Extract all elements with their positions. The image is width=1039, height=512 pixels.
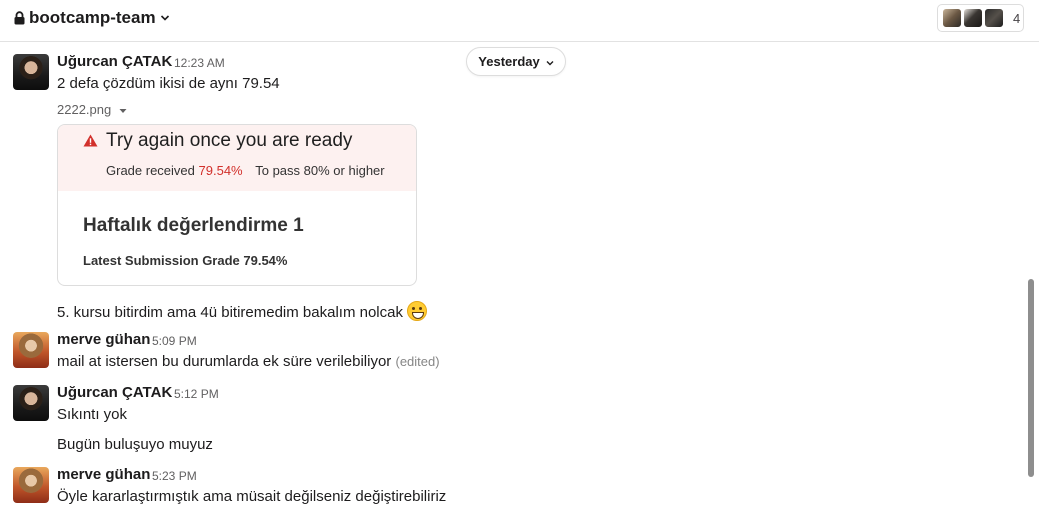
author-name[interactable]: merve gühan (57, 331, 150, 348)
message-text: 5. kursu bitirdim ama 4ü bitiremedim bak… (57, 301, 427, 321)
avatar[interactable] (13, 54, 49, 90)
member-avatar (963, 8, 983, 28)
avatar[interactable] (13, 385, 49, 421)
channel-header: bootcamp-team 4 (0, 0, 1039, 42)
message-body: mail at istersen bu durumlarda ek süre v… (57, 353, 392, 370)
channel-name-button[interactable]: bootcamp-team (14, 8, 170, 28)
member-avatar (942, 8, 962, 28)
file-name-toggle[interactable]: 2222.png (57, 102, 127, 117)
chevron-down-icon (160, 9, 170, 27)
timestamp[interactable]: 5:09 PM (152, 334, 197, 348)
avatar[interactable] (13, 332, 49, 368)
grade-received-value: 79.54% (198, 163, 243, 178)
author-name[interactable]: Uğurcan ÇATAK (57, 384, 172, 401)
banner-title: Try again once you are ready (106, 130, 353, 151)
members-button[interactable]: 4 (937, 4, 1024, 32)
member-avatar (984, 8, 1004, 28)
latest-submission-grade: Latest Submission Grade 79.54% (83, 253, 288, 268)
day-divider-label: Yesterday (478, 54, 540, 69)
message-text: Bugün buluşuyo muyuz (57, 436, 213, 453)
message-text: mail at istersen bu durumlarda ek süre v… (57, 353, 440, 370)
day-divider-button[interactable]: Yesterday (466, 47, 566, 76)
timestamp[interactable]: 5:23 PM (152, 469, 197, 483)
to-pass-value: 80% or higher (303, 163, 385, 178)
grade-received-label: Grade received (106, 163, 195, 178)
channel-name: bootcamp-team (29, 8, 156, 27)
message-text: 2 defa çözdüm ikisi de aynı 79.54 (57, 75, 280, 92)
to-pass-label: To pass (255, 163, 301, 178)
timestamp[interactable]: 12:23 AM (174, 56, 225, 70)
image-attachment[interactable]: Try again once you are ready Grade recei… (57, 124, 417, 286)
file-name: 2222.png (57, 102, 112, 117)
message-text: Öyle kararlaştırmıştık ama müsait değils… (57, 488, 447, 505)
grinning-emoji (406, 301, 427, 321)
lock-icon (14, 11, 25, 25)
grade-line: Grade received 79.54% To pass 80% or hig… (106, 163, 385, 178)
result-banner: Try again once you are ready Grade recei… (58, 125, 416, 191)
warning-icon (83, 134, 98, 152)
chevron-down-icon (546, 54, 554, 69)
message-text: Sıkıntı yok (57, 406, 128, 423)
message-followup: 5. kursu bitirdim ama 4ü bitiremedim bak… (57, 304, 403, 321)
assignment-title: Haftalık değerlendirme 1 (83, 215, 304, 236)
member-count: 4 (1013, 10, 1021, 26)
edited-label: (edited) (395, 354, 440, 369)
timestamp[interactable]: 5:12 PM (174, 387, 219, 401)
scrollbar-thumb[interactable] (1028, 279, 1034, 477)
author-name[interactable]: merve gühan (57, 466, 150, 483)
avatar[interactable] (13, 467, 49, 503)
caret-down-icon (119, 102, 127, 117)
author-name[interactable]: Uğurcan ÇATAK (57, 53, 172, 70)
